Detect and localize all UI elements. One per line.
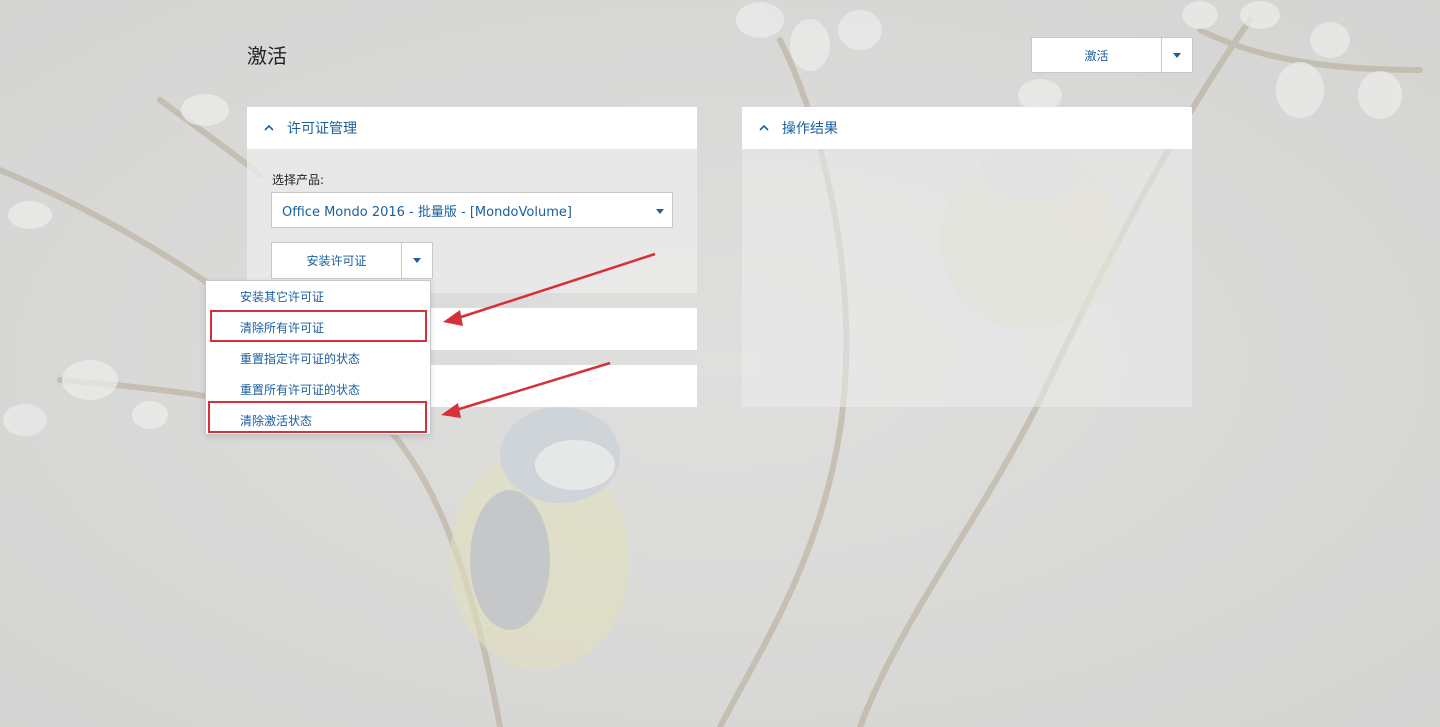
install-license-dropdown-toggle[interactable] (401, 243, 432, 278)
caret-down-icon (1173, 52, 1181, 58)
results-panel-title: 操作结果 (782, 121, 838, 137)
highlight-box-clear-activation (208, 401, 427, 433)
menu-item-reset-selected-license[interactable]: 重置指定许可证的状态 (206, 343, 430, 374)
activate-button[interactable]: 激活 (1032, 38, 1161, 72)
menu-item-label: 重置指定许可证的状态 (240, 352, 361, 366)
caret-down-icon (413, 258, 421, 263)
install-license-button[interactable]: 安装许可证 (272, 243, 401, 278)
caret-down-icon (656, 209, 664, 214)
license-panel-title: 许可证管理 (287, 121, 357, 137)
product-select-value: Office Mondo 2016 - 批量版 - [MondoVolume] (282, 204, 572, 220)
menu-item-label: 安装其它许可证 (240, 290, 325, 304)
results-panel-header[interactable]: 操作结果 (742, 107, 1192, 149)
license-panel-header[interactable]: 许可证管理 (247, 107, 697, 149)
activate-split-button[interactable]: 激活 (1031, 37, 1193, 73)
activate-dropdown-toggle[interactable] (1161, 38, 1192, 72)
product-select-label: 选择产品: (272, 173, 325, 187)
chevron-up-icon (264, 124, 274, 131)
install-license-split-button[interactable]: 安装许可证 (271, 242, 433, 279)
product-select[interactable]: Office Mondo 2016 - 批量版 - [MondoVolume] (271, 192, 673, 228)
results-panel-body (742, 149, 1192, 407)
page-title: 激活 (247, 44, 287, 68)
chevron-up-icon (759, 124, 769, 131)
highlight-box-clear-all (210, 310, 427, 342)
results-panel: 操作结果 (742, 107, 1192, 407)
menu-item-install-other[interactable]: 安装其它许可证 (206, 281, 430, 312)
menu-item-label: 重置所有许可证的状态 (240, 383, 361, 397)
